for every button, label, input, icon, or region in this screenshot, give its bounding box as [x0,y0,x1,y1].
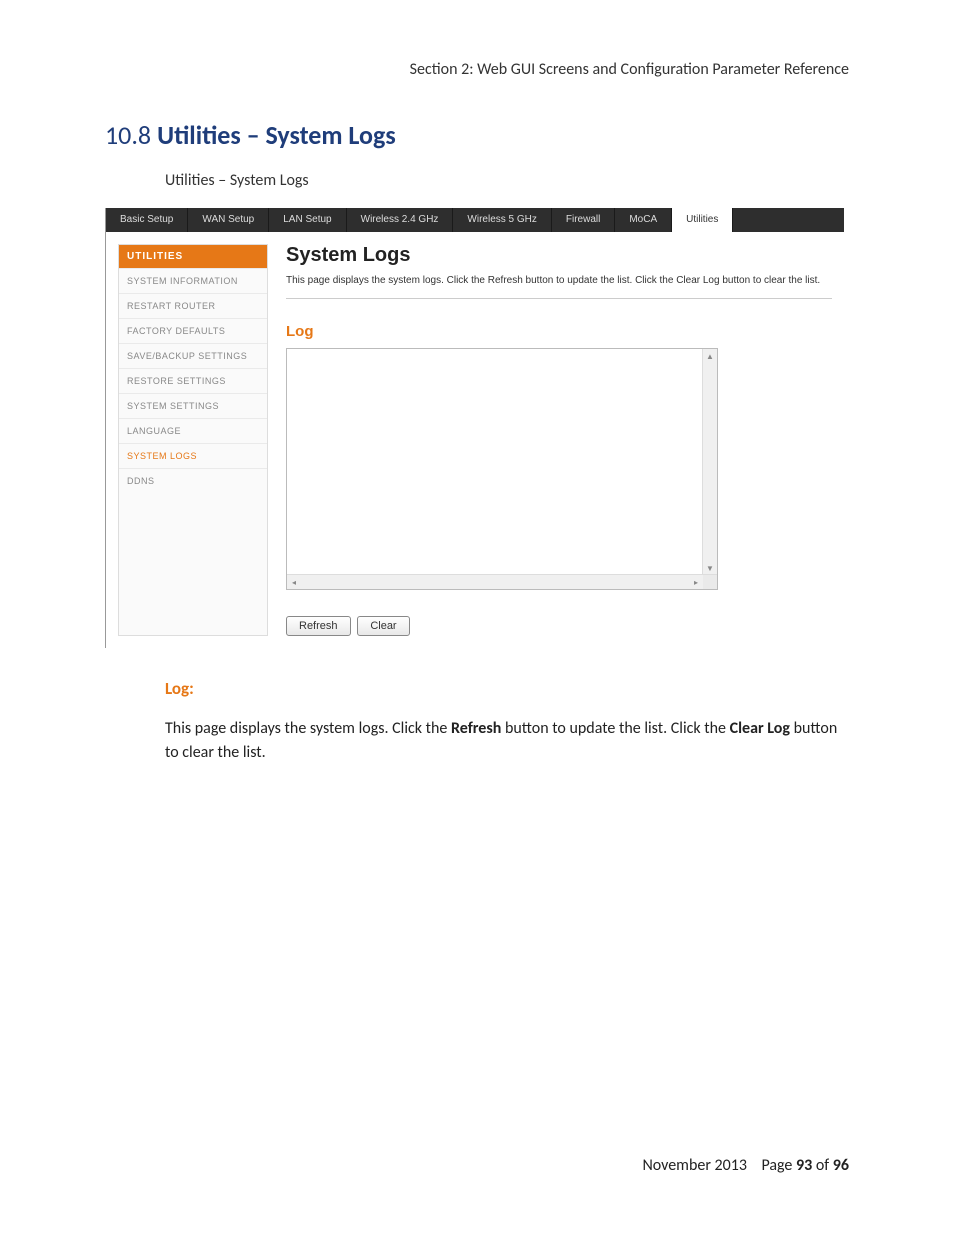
page-description: This page displays the system logs. Clic… [286,275,832,299]
sidebar-item-language[interactable]: LANGUAGE [119,418,267,443]
heading: 10.8 Utilities – System Logs [105,119,849,151]
tab-utilities[interactable]: Utilities [672,208,733,232]
sidebar-item-save-backup[interactable]: SAVE/BACKUP SETTINGS [119,343,267,368]
sidebar-item-factory-defaults[interactable]: FACTORY DEFAULTS [119,318,267,343]
doc-text: This page displays the system logs. Clic… [165,719,451,738]
page-title: System Logs [286,244,832,267]
doc-log-heading: Log: [165,678,849,699]
tab-wireless-5[interactable]: Wireless 5 GHz [453,208,551,232]
page-footer: November 2013 Page 93 of 96 [642,1156,849,1175]
button-row: Refresh Clear [286,616,832,636]
sidebar-item-restart-router[interactable]: RESTART ROUTER [119,293,267,318]
resize-grip-icon [703,575,717,589]
footer-page-current: 93 [796,1156,812,1175]
doc-paragraph: This page displays the system logs. Clic… [165,717,845,765]
scroll-up-icon[interactable]: ▲ [703,349,717,363]
footer-page-of: of [812,1156,833,1175]
sidebar-item-system-settings[interactable]: SYSTEM SETTINGS [119,393,267,418]
footer-date: November 2013 [642,1156,747,1175]
log-section-label: Log [286,323,832,340]
subheading: Utilities – System Logs [165,171,849,190]
sidebar-header: UTILITIES [119,245,267,268]
tab-basic-setup[interactable]: Basic Setup [106,208,188,232]
scroll-left-icon[interactable]: ◂ [287,575,301,589]
doc-text: button to update the list. Click the [501,719,729,738]
sidebar-item-restore-settings[interactable]: RESTORE SETTINGS [119,368,267,393]
tab-wan-setup[interactable]: WAN Setup [188,208,269,232]
tab-wireless-2-4[interactable]: Wireless 2.4 GHz [347,208,454,232]
tab-firewall[interactable]: Firewall [552,208,615,232]
tab-moca[interactable]: MoCA [615,208,672,232]
sidebar-item-system-logs[interactable]: SYSTEM LOGS [119,443,267,468]
tab-lan-setup[interactable]: LAN Setup [269,208,346,232]
footer-page-label: Page [761,1156,796,1175]
scroll-down-icon[interactable]: ▼ [703,561,717,575]
refresh-button[interactable]: Refresh [286,616,351,636]
horizontal-scrollbar[interactable]: ◂ ▸ [287,574,717,589]
log-textarea[interactable]: ▲ ▼ ◂ ▸ [286,348,718,590]
doc-bold-refresh: Refresh [451,719,501,738]
top-nav: Basic Setup WAN Setup LAN Setup Wireless… [106,208,844,232]
clear-button[interactable]: Clear [357,616,409,636]
embedded-screenshot: Basic Setup WAN Setup LAN Setup Wireless… [105,208,849,648]
vertical-scrollbar[interactable]: ▲ ▼ [702,349,717,575]
heading-title: Utilities – System Logs [157,119,396,151]
heading-number: 10.8 [105,119,151,151]
scroll-right-icon[interactable]: ▸ [689,575,703,589]
section-header: Section 2: Web GUI Screens and Configura… [105,60,849,79]
sidebar-item-ddns[interactable]: DDNS [119,468,267,493]
footer-page-total: 96 [833,1156,849,1175]
doc-bold-clear-log: Clear Log [730,719,790,738]
sidebar: UTILITIES SYSTEM INFORMATION RESTART ROU… [118,244,268,636]
nav-spacer [733,208,844,232]
sidebar-item-system-information[interactable]: SYSTEM INFORMATION [119,268,267,293]
